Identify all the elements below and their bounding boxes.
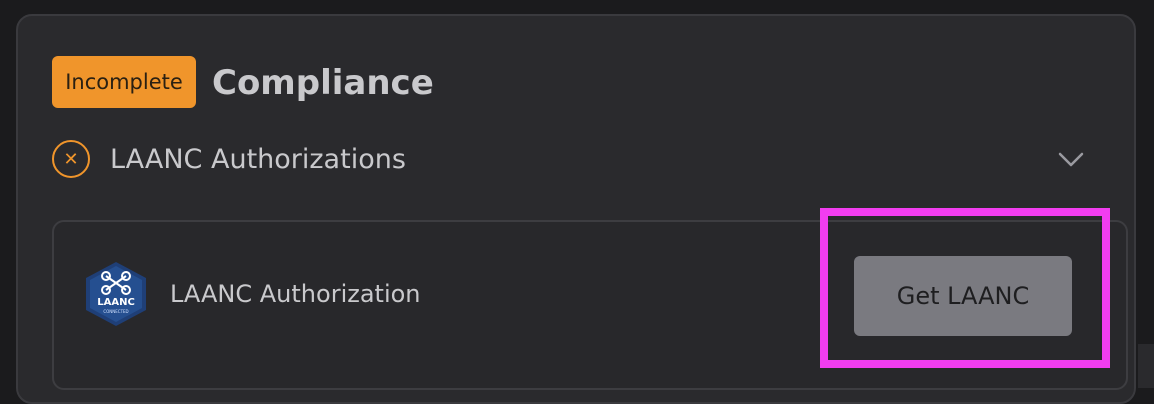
adjacent-panel-edge (1138, 344, 1154, 388)
svg-text:CONNECTED: CONNECTED (103, 309, 128, 314)
section-title[interactable]: LAANC Authorizations (110, 140, 406, 180)
status-badge: Incomplete (52, 56, 196, 108)
svg-text:LAANC: LAANC (97, 297, 135, 308)
laanc-authorization-card: LAANC CONNECTED LAANC Authorization Get … (52, 220, 1128, 390)
get-laanc-button[interactable]: Get LAANC (854, 256, 1072, 336)
laanc-logo-icon: LAANC CONNECTED (86, 262, 146, 326)
card-title: LAANC Authorization (170, 280, 421, 308)
compliance-panel: Incomplete Compliance ✕ LAANC Authorizat… (16, 14, 1136, 404)
chevron-down-icon[interactable] (1058, 146, 1084, 172)
page-title: Compliance (212, 63, 434, 103)
close-icon: ✕ (52, 140, 90, 178)
